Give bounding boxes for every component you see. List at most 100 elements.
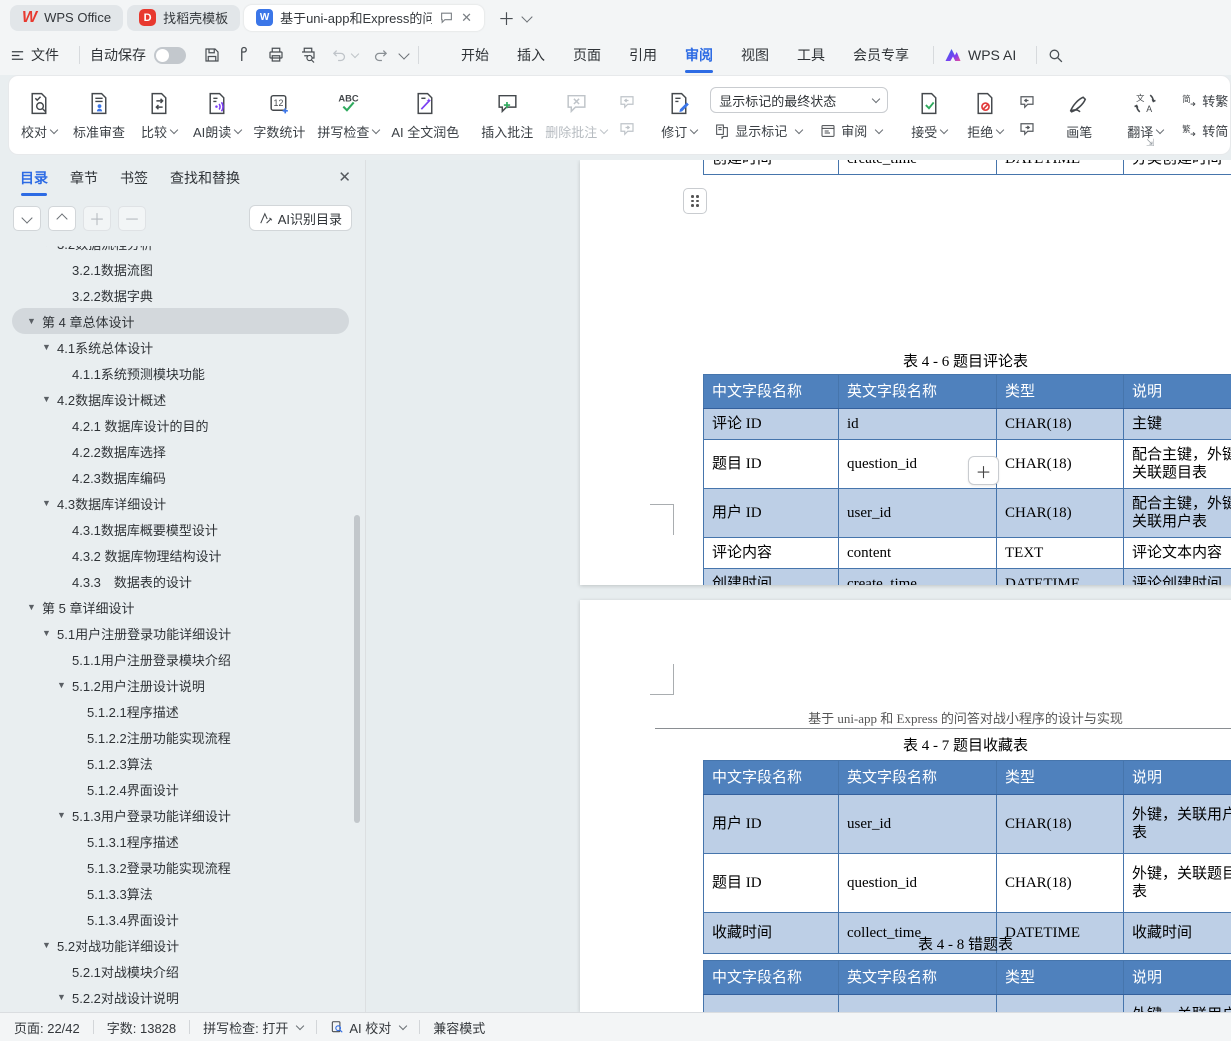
table-cell[interactable]: CHAR(18) bbox=[996, 994, 1124, 1012]
to-traditional-button[interactable]: 简 转繁 bbox=[1176, 88, 1231, 113]
table-cell[interactable]: question_id bbox=[838, 853, 997, 913]
toc-item[interactable]: ▼ 4.3数据库详细设计 bbox=[0, 490, 353, 516]
close-tab-icon[interactable]: ✕ bbox=[461, 10, 472, 26]
toc-item[interactable]: ▼5.1.2.3算法 bbox=[0, 750, 353, 776]
toc-expand-arrow-icon[interactable]: ▼ bbox=[42, 394, 57, 404]
tab-insert[interactable]: 插入 bbox=[503, 35, 559, 75]
next-change-button[interactable] bbox=[1016, 118, 1038, 140]
table-cell[interactable]: 外键，关联题目表 bbox=[1123, 853, 1231, 913]
table-cell[interactable]: CHAR(18) bbox=[996, 853, 1124, 913]
toc-expand-arrow-icon[interactable]: ▼ bbox=[42, 246, 57, 248]
toc-item[interactable]: ▼5.1.3.4界面设计 bbox=[0, 906, 353, 932]
ai-recognize-toc-button[interactable]: AI识别目录 bbox=[248, 205, 352, 231]
table-cell[interactable]: 创建时间 bbox=[703, 568, 839, 585]
word-count-indicator[interactable]: 字数: 13828 bbox=[107, 1018, 176, 1037]
spell-check-status[interactable]: 拼写检查: 打开 bbox=[203, 1018, 305, 1037]
next-comment-button[interactable] bbox=[616, 118, 638, 140]
proofread-button[interactable]: 校对 bbox=[11, 86, 67, 145]
ai-proofread-status[interactable]: AI 校对 bbox=[330, 1018, 408, 1037]
table-cell[interactable]: CHAR(18) bbox=[996, 794, 1124, 854]
table-cell[interactable]: 分类创建时间 bbox=[1123, 160, 1231, 175]
table-cell[interactable]: 用户 ID bbox=[703, 794, 839, 854]
toc-expand-arrow-icon[interactable]: ▼ bbox=[42, 940, 57, 950]
table-cell[interactable]: 创建时间 bbox=[703, 160, 839, 175]
undo-chevron-icon[interactable] bbox=[350, 49, 360, 59]
compatibility-mode-indicator[interactable]: 兼容模式 bbox=[433, 1018, 485, 1037]
new-tab-button[interactable]: ＋ bbox=[498, 5, 515, 30]
toc-item[interactable]: ▼5.1.2.4界面设计 bbox=[0, 776, 353, 802]
toc-item[interactable]: ▼ 4.2数据库设计概述 bbox=[0, 386, 353, 412]
undo-icon[interactable] bbox=[331, 47, 360, 64]
toc-item[interactable]: ▼3.2数据流程分析 bbox=[0, 246, 353, 256]
table-cell[interactable]: id bbox=[838, 408, 997, 440]
tab-view[interactable]: 视图 bbox=[727, 35, 783, 75]
toc-expand-arrow-icon[interactable]: ▼ bbox=[57, 680, 72, 690]
table-cell[interactable]: CHAR(18) bbox=[996, 488, 1124, 538]
table-cell[interactable]: 外键，关联用户表 bbox=[1123, 794, 1231, 854]
toc-item[interactable]: ▼4.3.1数据库概要模型设计 bbox=[0, 516, 353, 542]
toc-item[interactable]: ▼5.1.3.1程序描述 bbox=[0, 828, 353, 854]
previous-change-button[interactable] bbox=[1016, 91, 1038, 113]
table-cell[interactable]: 外键，关联用户表 bbox=[1123, 994, 1231, 1012]
review-pane-button[interactable]: 审阅 bbox=[816, 118, 886, 143]
sidebar-tab-chapters[interactable]: 章节 bbox=[70, 168, 98, 194]
app-tab-docer[interactable]: D 找稻壳模板 bbox=[127, 4, 241, 31]
table-cell[interactable]: user_id bbox=[838, 994, 997, 1012]
toc-item[interactable]: ▼3.2.1数据流图 bbox=[0, 256, 353, 282]
toc-item[interactable]: ▼4.3.3 数据表的设计 bbox=[0, 568, 353, 594]
print-icon[interactable] bbox=[267, 46, 285, 64]
toc-item[interactable]: ▼5.1.1用户注册登录模块介绍 bbox=[0, 646, 353, 672]
toc-item[interactable]: ▼4.2.2数据库选择 bbox=[0, 438, 353, 464]
table-cell[interactable]: 题目 ID bbox=[703, 853, 839, 913]
toc-item[interactable]: ▼5.1.2.2注册功能实现流程 bbox=[0, 724, 353, 750]
compare-button[interactable]: 比较 bbox=[131, 86, 187, 145]
table-cell[interactable]: content bbox=[838, 537, 997, 569]
document-page-23[interactable]: 基于 uni-app 和 Express 的问答对战小程序的设计与实现 表 4 … bbox=[580, 600, 1231, 1012]
standard-review-button[interactable]: 标准审查 bbox=[67, 86, 131, 145]
table-cell[interactable]: 用户 ID bbox=[703, 994, 839, 1012]
table-cell[interactable]: DATETIME bbox=[996, 160, 1124, 175]
toc-item[interactable]: ▼ 第 4 章总体设计 bbox=[12, 308, 349, 334]
table-cell[interactable]: TEXT bbox=[996, 537, 1124, 569]
toc-expand-arrow-icon[interactable]: ▼ bbox=[57, 810, 72, 820]
toc-item[interactable]: ▼4.2.1 数据库设计的目的 bbox=[0, 412, 353, 438]
track-changes-button[interactable]: 修订 bbox=[651, 86, 707, 145]
translate-button[interactable]: 文A 翻译 bbox=[1117, 86, 1173, 145]
quick-access-chevron-icon[interactable] bbox=[398, 48, 410, 60]
toc-collapse-button[interactable]: － bbox=[118, 205, 146, 231]
table-cell[interactable]: 主键 bbox=[1123, 408, 1231, 440]
file-menu[interactable]: 文件 bbox=[10, 45, 59, 65]
table-cell[interactable]: 配合主键，外键 关联题目表 bbox=[1123, 439, 1231, 489]
tab-reference[interactable]: 引用 bbox=[615, 35, 671, 75]
toc-item[interactable]: ▼3.2.2数据字典 bbox=[0, 282, 353, 308]
save-icon[interactable] bbox=[203, 46, 221, 64]
show-markup-button[interactable]: 显示标记 bbox=[710, 118, 806, 143]
delete-comment-button[interactable]: 删除批注 bbox=[539, 86, 613, 145]
toc-item[interactable]: ▼5.1.3.2登录功能实现流程 bbox=[0, 854, 353, 880]
wps-ai-button[interactable]: WPS AI bbox=[944, 47, 1016, 63]
redo-icon[interactable] bbox=[372, 47, 389, 64]
sidebar-close-icon[interactable]: ✕ bbox=[338, 168, 351, 186]
table-cell[interactable]: 配合主键，外键 关联用户表 bbox=[1123, 488, 1231, 538]
toc-expand-arrow-icon[interactable]: ▼ bbox=[42, 498, 57, 508]
accept-change-button[interactable]: 接受 bbox=[901, 86, 957, 145]
tab-home[interactable]: 开始 bbox=[447, 35, 503, 75]
app-tab-wps-office[interactable]: W WPS Office bbox=[10, 4, 124, 31]
toc-item[interactable]: ▼4.1.1系统预测模块功能 bbox=[0, 360, 353, 386]
toc-next-button[interactable] bbox=[13, 205, 41, 231]
table-cell[interactable]: 评论 ID bbox=[703, 408, 839, 440]
table-cell[interactable]: user_id bbox=[838, 488, 997, 538]
toc-item[interactable]: ▼ 5.2.2对战设计说明 bbox=[0, 984, 353, 1010]
toc-item[interactable]: ▼ 5.1.3用户登录功能详细设计 bbox=[0, 802, 353, 828]
autosave-control[interactable]: 自动保存 bbox=[90, 45, 186, 65]
sidebar-tab-find-replace[interactable]: 查找和替换 bbox=[170, 168, 240, 194]
tab-page[interactable]: 页面 bbox=[559, 35, 615, 75]
table-cell[interactable]: 用户 ID bbox=[703, 488, 839, 538]
toc-item[interactable]: ▼5.1.2.1程序描述 bbox=[0, 698, 353, 724]
reject-change-button[interactable]: 拒绝 bbox=[957, 86, 1013, 145]
sidebar-scrollbar-thumb[interactable] bbox=[354, 515, 360, 823]
toc-item[interactable]: ▼ 4.1系统总体设计 bbox=[0, 334, 353, 360]
autosave-toggle[interactable] bbox=[154, 46, 186, 64]
table-add-row-button[interactable]: ＋ bbox=[968, 456, 999, 485]
tab-tools[interactable]: 工具 bbox=[783, 35, 839, 75]
